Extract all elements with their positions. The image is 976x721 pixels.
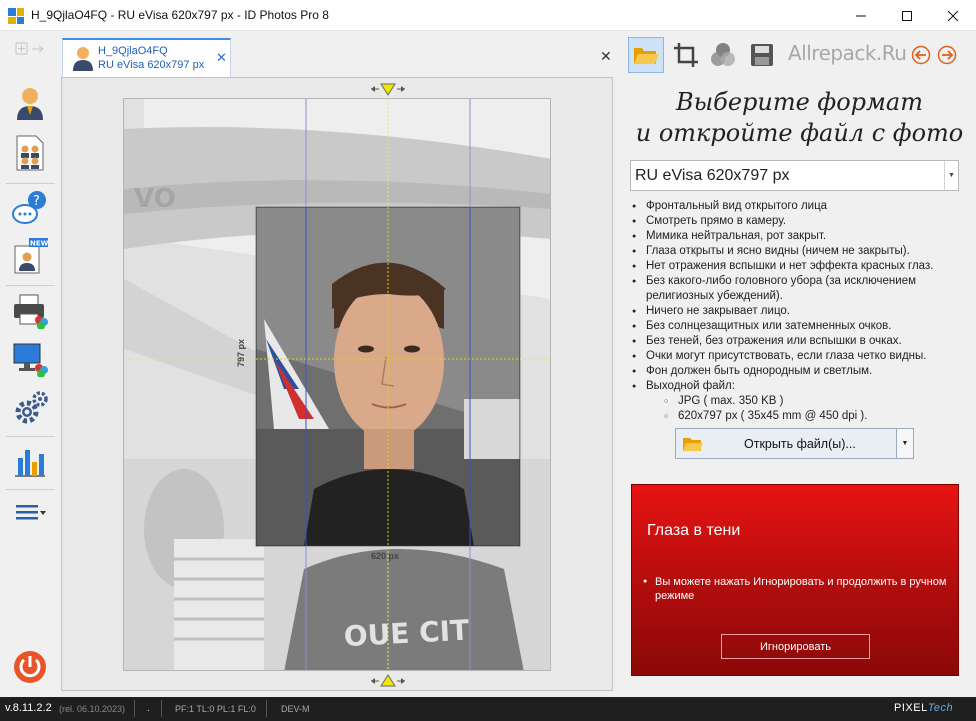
svg-text:NEW: NEW [30,240,49,248]
whats-new-icon[interactable]: NEW [10,236,50,276]
output-list: JPG ( max. 350 KB ) 620x797 px ( 35x45 m… [663,394,976,424]
list-item: JPG ( max. 350 KB ) [663,394,976,409]
pane-close-icon[interactable]: ✕ [600,48,612,65]
forward-arrow-icon[interactable] [935,37,959,73]
list-item: Без теней, без отражения или вспышки в о… [631,334,966,349]
format-select-value: RU eVisa 620x797 px [635,167,790,184]
batch-photos-icon[interactable] [10,133,50,173]
svg-text:?: ? [33,194,40,209]
list-item: 620x797 px ( 35x45 mm @ 450 dpi ). [663,409,976,424]
requirements-list: Фронтальный вид открытого лица Смотреть … [631,199,966,394]
maximize-button[interactable] [884,0,930,31]
tab-format: RU eVisa 620x797 px [98,59,205,71]
watermark-text: Allrepack.Ru [788,41,907,65]
list-item: Фронтальный вид открытого лица [631,199,966,214]
open-dropdown-icon[interactable]: ▼ [896,428,914,459]
settings-gear-icon[interactable] [10,389,50,429]
alert-message: Вы можете нажать Игнорировать и продолжи… [643,575,948,603]
left-toolbar: ? NEW [0,31,61,697]
format-select[interactable]: RU eVisa 620x797 px ▼ [630,160,959,191]
statistics-chart-icon[interactable] [10,441,50,481]
status-bar: v.8.11.2.2 (rel. 06.10.2023) . PF:1 TL:0… [0,697,976,721]
save-disk-icon[interactable] [744,37,780,73]
list-item: Очки могут присутствовать, если глаза че… [631,349,966,364]
print-icon[interactable] [10,291,50,331]
flags-text: PF:1 TL:0 PL:1 FL:0 [175,704,256,714]
list-item: Выходной файл: [631,379,966,394]
crop-icon[interactable] [668,37,704,73]
list-item: Смотреть прямо в камеру. [631,214,966,229]
chevron-down-icon[interactable]: ▼ [944,161,958,190]
status-dot: . [147,703,150,714]
window-title: H_9QjlaO4FQ - RU eVisa 620x797 px - ID P… [31,8,329,22]
list-item: Нет отражения вспышки и нет эффекта крас… [631,259,966,274]
tab-close-icon[interactable]: ✕ [216,50,227,66]
mode-text: DEV-M [281,704,310,714]
warning-alert: Глаза в тени Вы можете нажать Игнорирова… [631,484,959,676]
pixeltech-logo: PIXELTech [894,702,954,714]
right-panel: Allrepack.Ru Выберите формат и откройте … [623,31,976,697]
display-icon[interactable] [10,339,50,379]
menu-icon[interactable] [10,493,50,533]
height-label: 797 px [236,338,246,367]
bottom-handle-icon[interactable] [370,672,406,688]
folder-icon [683,438,703,451]
power-exit-icon[interactable] [10,647,50,687]
add-tab-icon[interactable] [10,37,50,61]
photo-preview[interactable]: VO OUE CIT 797 px 620 px [123,98,551,671]
panel-heading: Выберите формат и откройте файл с фото [635,88,964,147]
list-item: Мимика нейтральная, рот закрыт. [631,229,966,244]
color-adjust-icon[interactable] [705,37,741,73]
open-folder-icon[interactable] [628,37,664,73]
minimize-button[interactable] [838,0,884,31]
tab-filename: H_9QjlaO4FQ [98,45,168,57]
width-label: 620 px [371,551,400,561]
photo-image: VO OUE CIT [124,99,550,670]
list-item: Ничего не закрывает лицо. [631,304,966,319]
open-files-label: Открыть файл(ы)... [744,437,856,451]
release-text: (rel. 06.10.2023) [59,704,126,714]
title-bar: H_9QjlaO4FQ - RU eVisa 620x797 px - ID P… [0,0,976,31]
close-window-button[interactable] [930,0,976,31]
list-item: Без какого-либо головного убора (за искл… [631,274,966,304]
list-item: Фон должен быть однородным и светлым. [631,364,966,379]
single-photo-icon[interactable] [10,83,50,123]
back-arrow-icon[interactable] [909,37,933,73]
alert-title: Глаза в тени [647,522,741,539]
top-handle-icon[interactable] [370,82,406,98]
help-chat-icon[interactable]: ? [10,189,50,229]
ignore-button[interactable]: Игнорировать [721,634,870,659]
list-item: Без солнцезащитных или затемненных очков… [631,319,966,334]
version-text: v.8.11.2.2 [5,702,52,714]
person-tab-icon [73,47,93,71]
document-tab[interactable]: H_9QjlaO4FQ RU eVisa 620x797 px ✕ [62,38,231,77]
list-item: Глаза открыты и ясно видны (ничем не зак… [631,244,966,259]
app-icon [8,8,24,24]
open-files-button[interactable]: Открыть файл(ы)... ▼ [675,428,914,459]
